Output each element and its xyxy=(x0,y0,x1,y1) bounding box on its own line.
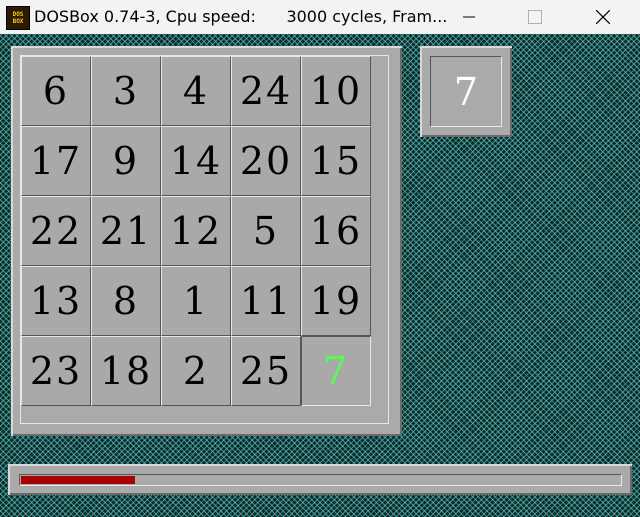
puzzle-tile[interactable]: 14 xyxy=(161,126,231,196)
puzzle-tile[interactable]: 3 xyxy=(91,56,161,126)
puzzle-tile[interactable]: 22 xyxy=(21,196,91,266)
minimize-button[interactable] xyxy=(446,0,492,34)
puzzle-tile[interactable]: 25 xyxy=(231,336,301,406)
puzzle-tile[interactable]: 18 xyxy=(91,336,161,406)
board-frame: 6 3 4 24 10 17 9 14 20 15 22 21 12 5 16 13 8 1 11 19 23 18 2 25… xyxy=(11,46,402,436)
game-area[interactable]: 6 3 4 24 10 17 9 14 20 15 22 21 12 5 16 13 8 1 11 19 23 18 2 25… xyxy=(0,34,640,517)
icon-text-bottom: BOX xyxy=(12,18,24,25)
close-button[interactable] xyxy=(580,0,626,34)
puzzle-tile[interactable]: 4 xyxy=(161,56,231,126)
puzzle-tile[interactable]: 13 xyxy=(21,266,91,336)
minimize-icon xyxy=(463,16,475,18)
puzzle-tile[interactable]: 6 xyxy=(21,56,91,126)
puzzle-tile[interactable]: 23 xyxy=(21,336,91,406)
progress-track xyxy=(19,474,622,486)
progress-frame xyxy=(8,464,632,495)
active-tile[interactable]: 7 xyxy=(301,336,371,406)
puzzle-tile[interactable]: 1 xyxy=(161,266,231,336)
maximize-icon xyxy=(528,10,542,24)
puzzle-tile[interactable]: 8 xyxy=(91,266,161,336)
puzzle-board[interactable]: 6 3 4 24 10 17 9 14 20 15 22 21 12 5 16 13 8 1 11 19 23 18 2 25… xyxy=(20,55,389,424)
next-tile-frame: 7 xyxy=(420,46,512,137)
puzzle-tile[interactable]: 12 xyxy=(161,196,231,266)
puzzle-tile[interactable]: 21 xyxy=(91,196,161,266)
progress-fill xyxy=(21,476,135,484)
close-icon xyxy=(596,10,610,24)
title-bar[interactable]: DOS BOX DOSBox 0.74-3, Cpu speed: 3000 c… xyxy=(0,0,640,34)
dosbox-icon: DOS BOX xyxy=(6,6,30,30)
window-title: DOSBox 0.74-3, Cpu speed: 3000 cycles, F… xyxy=(34,7,448,26)
puzzle-tile[interactable]: 20 xyxy=(231,126,301,196)
puzzle-tile[interactable]: 5 xyxy=(231,196,301,266)
puzzle-tile[interactable]: 17 xyxy=(21,126,91,196)
maximize-button[interactable] xyxy=(512,0,558,34)
puzzle-tile[interactable]: 19 xyxy=(301,266,371,336)
puzzle-tile[interactable]: 2 xyxy=(161,336,231,406)
puzzle-tile[interactable]: 11 xyxy=(231,266,301,336)
puzzle-tile[interactable]: 24 xyxy=(231,56,301,126)
puzzle-tile[interactable]: 16 xyxy=(301,196,371,266)
next-tile: 7 xyxy=(430,56,502,127)
icon-text-top: DOS xyxy=(12,11,24,18)
puzzle-tile[interactable]: 15 xyxy=(301,126,371,196)
puzzle-tile[interactable]: 9 xyxy=(91,126,161,196)
puzzle-tile[interactable]: 10 xyxy=(301,56,371,126)
